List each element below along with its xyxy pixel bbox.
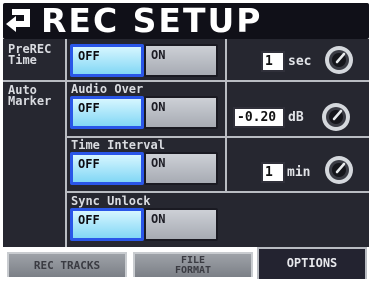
time-interval-label: Time Interval (71, 138, 165, 152)
audio-over-value: -0.20 (233, 107, 285, 128)
row-divider (3, 80, 369, 82)
row-divider (67, 191, 369, 193)
column-divider (225, 39, 227, 191)
time-interval-off-button[interactable]: OFF (70, 152, 144, 185)
tab-bar: REC TRACKS FILE FORMAT OPTIONS (3, 247, 369, 279)
audio-over-unit: dB (288, 110, 304, 125)
audio-over-on-button[interactable]: ON (144, 96, 218, 129)
time-interval-unit: min (287, 165, 311, 180)
rec-setup-screen: REC SETUP PreREC Time OFF ON 1 sec Auto … (0, 0, 371, 282)
sync-unlock-on-button[interactable]: ON (144, 208, 218, 241)
auto-marker-label-line2: Marker (8, 94, 52, 108)
time-interval-dial[interactable] (324, 155, 354, 185)
page-title: REC SETUP (41, 1, 263, 40)
tab-file-format[interactable]: FILE FORMAT (133, 252, 253, 277)
audio-over-label: Audio Over (71, 82, 144, 96)
tab-label: OPTIONS (286, 256, 338, 270)
dial-knob-icon (321, 102, 351, 132)
back-arrow-icon (3, 5, 37, 37)
dial-knob-icon (324, 155, 354, 185)
prerec-dial[interactable] (324, 45, 354, 75)
tab-rec-tracks[interactable]: REC TRACKS (7, 252, 127, 277)
prerec-time-unit: sec (288, 54, 312, 69)
time-interval-value: 1 (261, 162, 285, 183)
sync-unlock-off-button[interactable]: OFF (70, 208, 144, 241)
prerec-off-button[interactable]: OFF (70, 44, 144, 77)
settings-panel: PreREC Time OFF ON 1 sec Auto Marker Aud… (3, 39, 369, 247)
sync-unlock-label: Sync Unlock (71, 194, 151, 208)
column-divider (65, 39, 67, 247)
time-interval-on-button[interactable]: ON (144, 152, 218, 185)
title-bar: REC SETUP (3, 1, 369, 40)
audio-over-off-button[interactable]: OFF (70, 96, 144, 129)
prerec-on-button[interactable]: ON (144, 44, 218, 77)
tab-options[interactable]: OPTIONS (257, 247, 367, 279)
dial-knob-icon (324, 45, 354, 75)
tab-label-line2: FORMAT (174, 265, 212, 276)
tab-label: REC TRACKS (33, 259, 101, 272)
audio-over-dial[interactable] (321, 102, 351, 132)
prerec-time-value: 1 (261, 51, 285, 72)
back-button[interactable] (3, 5, 37, 37)
prerec-label-line2: Time (8, 53, 37, 67)
